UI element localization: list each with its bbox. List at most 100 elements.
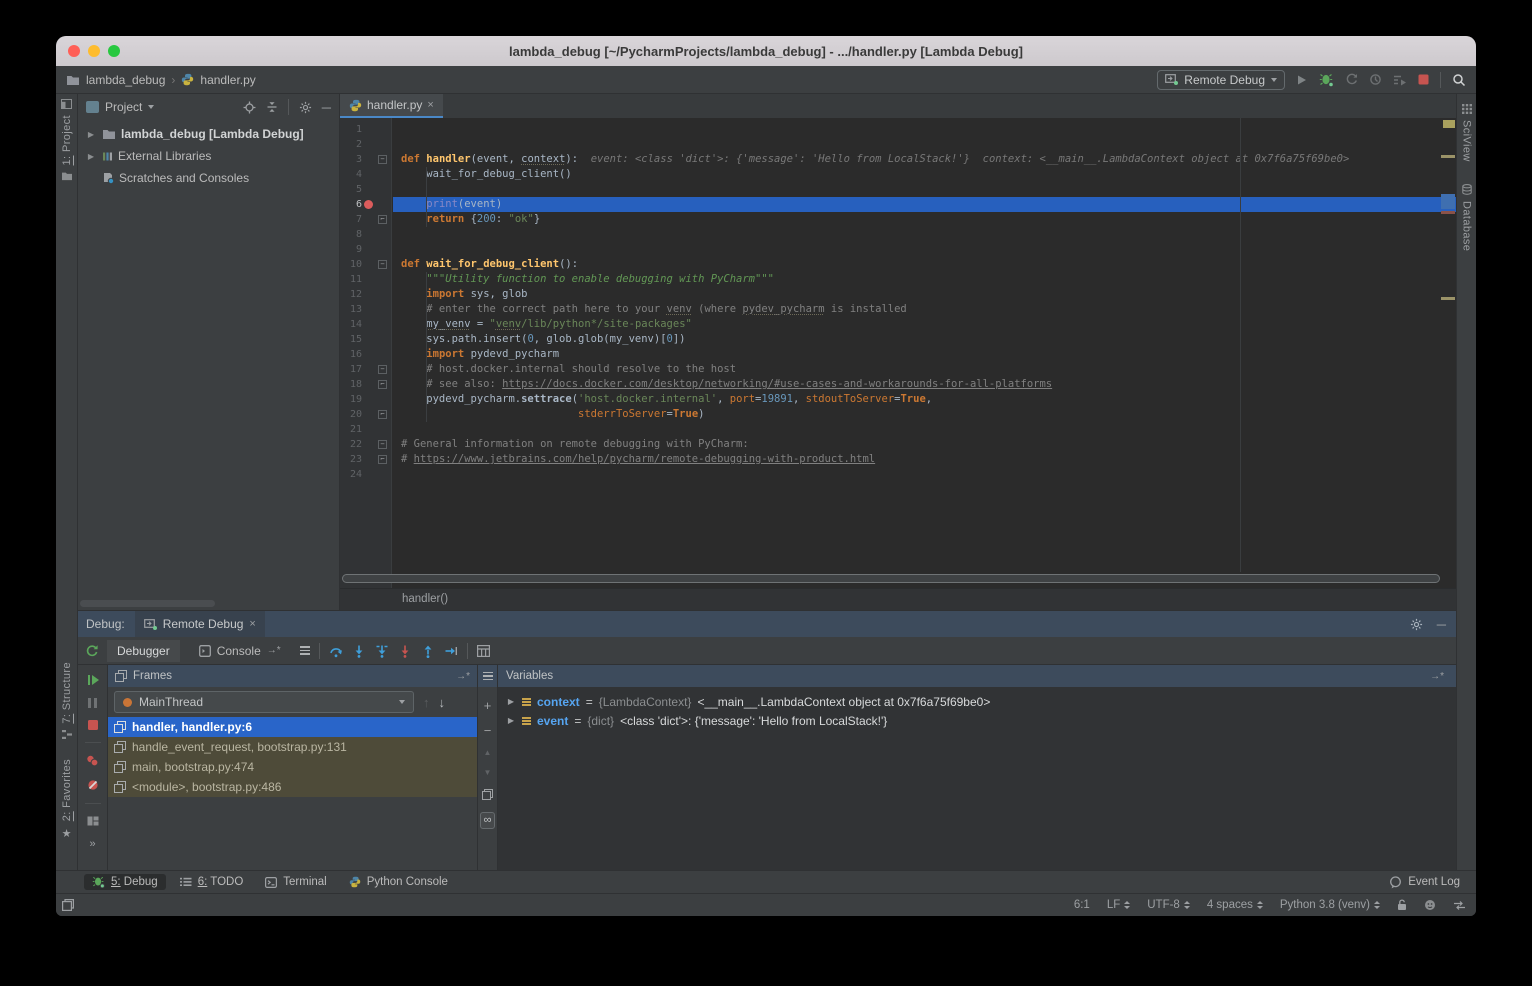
- sidebar-item-project[interactable]: 1: Project: [61, 115, 73, 165]
- duplicate-watch-icon[interactable]: [482, 789, 493, 800]
- more-actions-icon[interactable]: »: [89, 838, 95, 850]
- gutter-line[interactable]: 17−: [340, 362, 391, 377]
- gutter-line[interactable]: 7⌐: [340, 212, 391, 227]
- step-into-icon[interactable]: [352, 644, 366, 658]
- variable-row[interactable]: ▶ event = {dict} <class 'dict'>: {'messa…: [498, 711, 1456, 730]
- code-line[interactable]: # General information on remote debuggin…: [393, 437, 1456, 452]
- sidebar-item-database[interactable]: Database: [1461, 201, 1473, 251]
- gutter-line[interactable]: 21: [340, 422, 391, 437]
- tab-console[interactable]: Console →*: [189, 640, 291, 662]
- gutter-line[interactable]: 10−: [340, 257, 391, 272]
- thread-select[interactable]: MainThread: [114, 691, 414, 713]
- run-button[interactable]: [1296, 74, 1308, 86]
- breadcrumb-file[interactable]: handler.py: [200, 73, 255, 87]
- scroll-to-end-icon[interactable]: →*: [1430, 671, 1444, 682]
- code-line[interactable]: print(event): [393, 197, 1456, 212]
- gutter-line[interactable]: 24: [340, 467, 391, 482]
- interpreter-select[interactable]: Python 3.8 (venv): [1280, 899, 1380, 911]
- add-watch-icon[interactable]: +: [484, 699, 492, 712]
- toolbar-item-todo[interactable]: 6: TODO: [172, 874, 252, 890]
- code-editor[interactable]: 123−4567⌐8910−11121314151617−18⌐1920⌐212…: [340, 118, 1456, 588]
- fold-marker-icon[interactable]: ⌐: [378, 380, 387, 389]
- code-line[interactable]: def handler(event, context): event: <cla…: [393, 152, 1456, 167]
- view-breakpoints-icon[interactable]: [86, 755, 99, 767]
- step-over-icon[interactable]: [329, 644, 343, 658]
- expand-arrow-icon[interactable]: ▶: [85, 130, 97, 139]
- locate-file-icon[interactable]: [243, 101, 256, 114]
- restore-layout-icon[interactable]: [87, 816, 99, 826]
- code-line[interactable]: # see also: https://docs.docker.com/desk…: [393, 377, 1456, 392]
- error-stripe-marker[interactable]: [1441, 211, 1455, 214]
- tree-item-external-libraries[interactable]: ▶ External Libraries: [78, 145, 339, 167]
- breadcrumb-project[interactable]: lambda_debug: [86, 73, 165, 87]
- code-line[interactable]: # host.docker.internal should resolve to…: [393, 362, 1456, 377]
- minimize-window-button[interactable]: [88, 45, 100, 57]
- gutter-line[interactable]: 2: [340, 137, 391, 152]
- move-down-icon[interactable]: ▼: [484, 769, 492, 777]
- frame-row[interactable]: handle_event_request, bootstrap.py:131: [108, 737, 477, 757]
- run-with-parameters-button[interactable]: [1393, 74, 1407, 86]
- gutter-line[interactable]: 15: [340, 332, 391, 347]
- hide-panel-icon[interactable]: ─: [1437, 618, 1446, 631]
- pause-program-icon[interactable]: [88, 698, 97, 708]
- inspection-status-marker[interactable]: [1443, 120, 1455, 128]
- editor-breadcrumb[interactable]: handler(): [340, 588, 1456, 610]
- rerun-button[interactable]: [85, 644, 98, 657]
- tab-handler-py[interactable]: handler.py ×: [340, 94, 443, 118]
- gutter-line[interactable]: 20⌐: [340, 407, 391, 422]
- force-step-into-icon[interactable]: [375, 644, 389, 658]
- frame-row[interactable]: main, bootstrap.py:474: [108, 757, 477, 777]
- collapse-all-icon[interactable]: [266, 101, 278, 113]
- tool-window-switcher-icon[interactable]: [62, 899, 74, 911]
- zoom-window-button[interactable]: [108, 45, 120, 57]
- code-line[interactable]: return {200: "ok"}: [393, 212, 1456, 227]
- gear-icon[interactable]: [299, 101, 312, 114]
- stop-icon[interactable]: [88, 720, 98, 730]
- toolbar-item-terminal[interactable]: Terminal: [257, 874, 334, 890]
- fold-marker-icon[interactable]: −: [378, 260, 387, 269]
- sidebar-item-structure[interactable]: 7: Structure: [61, 662, 73, 724]
- gutter-line[interactable]: 4: [340, 167, 391, 182]
- step-into-my-code-icon[interactable]: [398, 644, 412, 658]
- gutter-line[interactable]: 14: [340, 317, 391, 332]
- code-line[interactable]: my_venv = "venv/lib/python*/site-package…: [393, 317, 1456, 332]
- mute-breakpoints-icon[interactable]: [87, 779, 99, 791]
- gutter-line[interactable]: 11: [340, 272, 391, 287]
- line-ending-select[interactable]: LF: [1107, 899, 1130, 911]
- move-up-icon[interactable]: ▲: [484, 749, 492, 757]
- highlighting-level-icon[interactable]: [1424, 899, 1436, 911]
- code-line[interactable]: sys.path.insert(0, glob.glob(my_venv)[0]…: [393, 332, 1456, 347]
- expand-arrow-icon[interactable]: ▶: [506, 697, 516, 706]
- tree-item-scratches[interactable]: Scratches and Consoles: [78, 167, 339, 189]
- debug-session-tab[interactable]: Remote Debug ×: [135, 611, 265, 637]
- run-to-cursor-icon[interactable]: [444, 644, 458, 658]
- chevron-down-icon[interactable]: [148, 105, 154, 109]
- gutter-line[interactable]: 8: [340, 227, 391, 242]
- gutter-line[interactable]: 18⌐: [340, 377, 391, 392]
- code-line[interactable]: """Utility function to enable debugging …: [393, 272, 1456, 287]
- step-out-icon[interactable]: [421, 644, 435, 658]
- code-line[interactable]: stderrToServer=True): [393, 407, 1456, 422]
- sidebar-item-favorites[interactable]: 2: Favorites: [61, 759, 73, 821]
- code-line[interactable]: [393, 122, 1456, 137]
- code-line[interactable]: import sys, glob: [393, 287, 1456, 302]
- close-icon[interactable]: ×: [427, 99, 433, 111]
- previous-frame-icon[interactable]: ↑: [423, 695, 430, 710]
- gutter-line[interactable]: 9: [340, 242, 391, 257]
- code-line[interactable]: [393, 467, 1456, 482]
- tab-debugger[interactable]: Debugger: [107, 640, 180, 662]
- close-icon[interactable]: ×: [249, 618, 255, 630]
- fold-marker-icon[interactable]: −: [378, 365, 387, 374]
- editor-hscrollbar[interactable]: [342, 574, 1440, 583]
- gear-icon[interactable]: [1410, 618, 1423, 631]
- gutter-line[interactable]: 3−: [340, 152, 391, 167]
- evaluate-expression-icon[interactable]: [477, 645, 490, 657]
- fold-marker-icon[interactable]: ⌐: [378, 215, 387, 224]
- indent-select[interactable]: 4 spaces: [1207, 899, 1263, 911]
- fold-marker-icon[interactable]: ⌐: [378, 410, 387, 419]
- layout-options-icon[interactable]: [300, 646, 310, 655]
- code-line[interactable]: [393, 182, 1456, 197]
- show-watches-toggle[interactable]: ∞: [480, 812, 496, 829]
- stop-button[interactable]: [1418, 74, 1429, 85]
- code-line[interactable]: import pydevd_pycharm: [393, 347, 1456, 362]
